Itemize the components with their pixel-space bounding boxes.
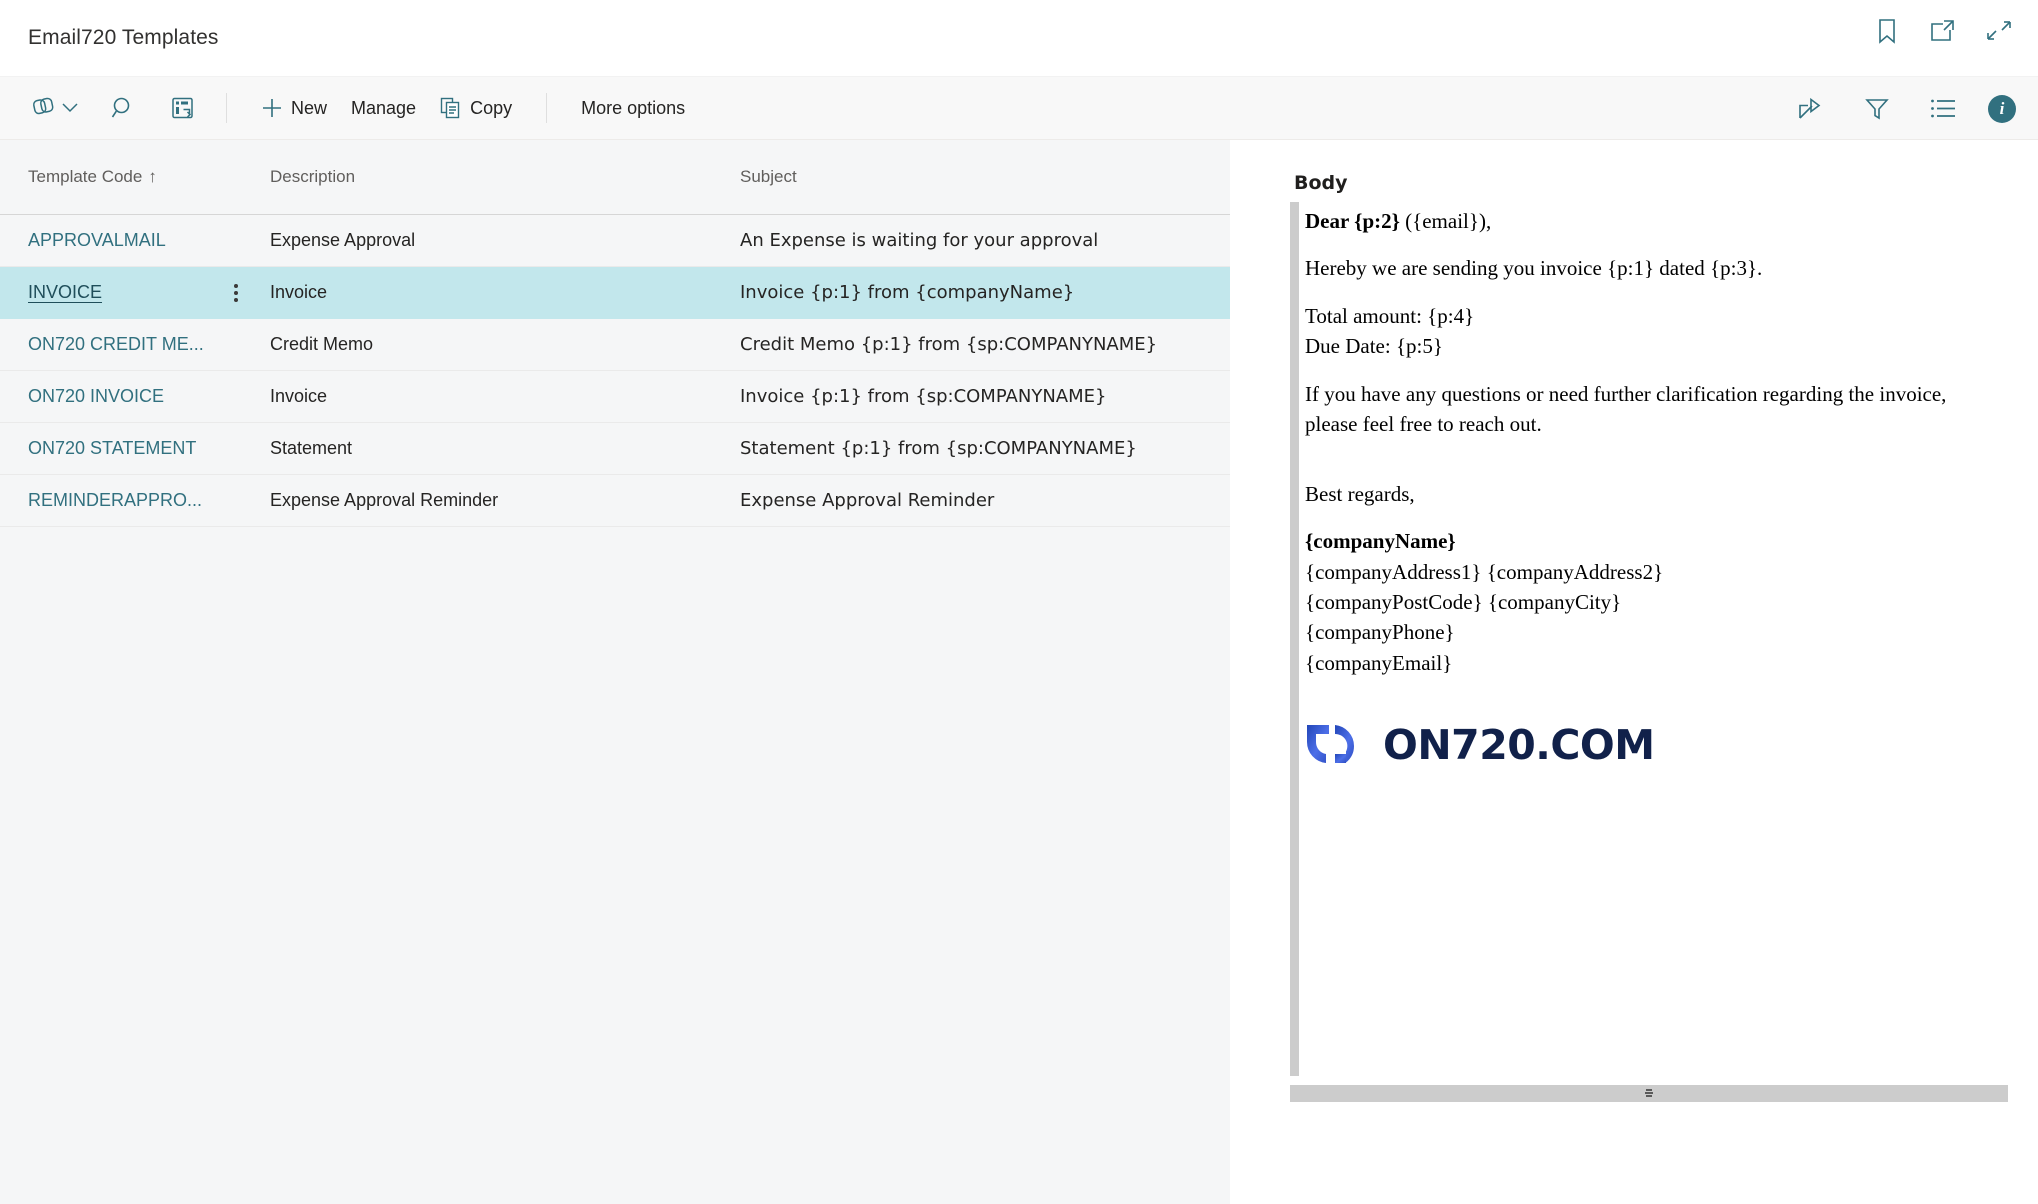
new-button[interactable]: New <box>249 88 339 128</box>
row-menu-icon[interactable] <box>228 280 244 306</box>
vertical-scrollbar[interactable] <box>1290 202 1299 1076</box>
page-title: Email720 Templates <box>28 26 219 49</box>
column-header-subject[interactable]: Subject <box>740 140 1230 215</box>
table-row[interactable]: APPROVALMAIL Expense Approval An Expense… <box>0 214 1230 267</box>
manage-button[interactable]: Manage <box>339 88 428 128</box>
cell-subject[interactable]: Invoice {p:1} from {companyName} <box>740 266 1230 319</box>
bookmark-icon[interactable] <box>1870 14 1904 48</box>
body-company-name-text: {companyName} <box>1305 529 1456 554</box>
copy-button[interactable]: Copy <box>428 88 524 128</box>
main-content: Template Code ↑ Description Subject APPR… <box>0 140 2038 1204</box>
template-code-link[interactable]: REMINDERAPPRO... <box>28 490 202 511</box>
template-code-link[interactable]: ON720 INVOICE <box>28 386 164 407</box>
body-greeting-bold: Dear {p:2} <box>1305 209 1400 233</box>
command-bar-right-actions: i <box>1790 77 2016 141</box>
table-row[interactable]: ON720 INVOICE Invoice Invoice {p:1} from… <box>0 370 1230 423</box>
template-code-link[interactable]: ON720 CREDIT ME... <box>28 334 204 355</box>
sort-ascending-icon: ↑ <box>148 167 157 186</box>
body-company-city: {companyPostCode} {companyCity} <box>1305 589 1622 614</box>
filter-icon[interactable] <box>1856 89 1898 129</box>
body-greeting: Dear {p:2} ({email}), <box>1305 206 2008 236</box>
toolbar-divider <box>226 93 227 123</box>
body-line-total: Total amount: {p:4} <box>1305 303 1475 328</box>
copy-icon <box>440 97 460 119</box>
body-company-name: {companyName} <box>1305 526 2008 556</box>
resize-handle[interactable] <box>1643 1087 1655 1099</box>
cell-template-code[interactable]: APPROVALMAIL <box>0 214 270 267</box>
body-greeting-rest: ({email}), <box>1399 209 1492 233</box>
cell-subject[interactable]: Invoice {p:1} from {sp:COMPANYNAME} <box>740 370 1230 423</box>
more-options-button[interactable]: More options <box>569 88 697 128</box>
body-line-hereby: Hereby we are sending you invoice {p:1} … <box>1305 256 1763 281</box>
refresh-page-icon[interactable] <box>162 88 204 128</box>
column-header-subject-label: Subject <box>740 167 797 186</box>
command-bar: New Manage Copy More options i <box>0 76 2038 140</box>
share-teams-icon[interactable] <box>26 88 84 128</box>
list-view-icon[interactable] <box>1922 89 1964 129</box>
cell-subject[interactable]: An Expense is waiting for your approval <box>740 214 1230 267</box>
search-icon[interactable] <box>102 88 144 128</box>
info-icon[interactable]: i <box>1988 95 2016 123</box>
window-title-bar: Email720 Templates <box>0 0 2038 76</box>
templates-list-pane: Template Code ↑ Description Subject APPR… <box>0 140 1230 1204</box>
body-pane: Body Dear {p:2} ({email}), Hereby we are… <box>1230 140 2038 1204</box>
cell-template-code[interactable]: REMINDERAPPRO... <box>0 474 270 527</box>
body-line-questions: If you have any questions or need furthe… <box>1305 381 1947 437</box>
cell-description[interactable]: Credit Memo <box>270 318 740 371</box>
cell-template-code[interactable]: ON720 CREDIT ME... <box>0 318 270 371</box>
company-logo: ON720.COM <box>1305 716 2008 775</box>
body-field-label: Body <box>1294 172 1348 194</box>
open-in-new-window-icon[interactable] <box>1926 14 1960 48</box>
toolbar-divider-2 <box>546 93 548 123</box>
on720-logo-text: ON720.COM <box>1383 721 1655 770</box>
table-row[interactable]: ON720 STATEMENT Statement Statement {p:1… <box>0 422 1230 475</box>
templates-table-body: APPROVALMAIL Expense Approval An Expense… <box>0 214 1230 527</box>
table-row[interactable]: ON720 CREDIT ME... Credit Memo Credit Me… <box>0 318 1230 371</box>
new-button-label: New <box>291 97 328 118</box>
manage-button-label: Manage <box>351 97 417 118</box>
body-company-address: {companyAddress1} {companyAddress2} <box>1305 559 1664 584</box>
window-actions <box>1870 14 2016 48</box>
on720-logo-icon <box>1306 724 1355 763</box>
body-line-regards: Best regards, <box>1305 481 1415 506</box>
column-header-template-code[interactable]: Template Code ↑ <box>0 140 270 215</box>
chevron-down-icon <box>62 103 78 113</box>
body-company-email: {companyEmail} <box>1305 650 1453 675</box>
cell-subject[interactable]: Statement {p:1} from {sp:COMPANYNAME} <box>740 422 1230 475</box>
templates-table: Template Code ↑ Description Subject APPR… <box>0 140 1230 527</box>
table-row[interactable]: REMINDERAPPRO... Expense Approval Remind… <box>0 474 1230 527</box>
more-options-label: More options <box>581 97 686 118</box>
cell-description[interactable]: Invoice <box>270 370 740 423</box>
table-header-row: Template Code ↑ Description Subject <box>0 140 1230 215</box>
cell-description[interactable]: Invoice <box>270 266 740 319</box>
collapse-icon[interactable] <box>1982 14 2016 48</box>
cell-template-code[interactable]: ON720 INVOICE <box>0 370 270 423</box>
cell-description[interactable]: Expense Approval <box>270 214 740 267</box>
share-icon[interactable] <box>1790 89 1832 129</box>
horizontal-scrollbar[interactable] <box>1290 1085 2008 1102</box>
body-editor-content[interactable]: Dear {p:2} ({email}), Hereby we are send… <box>1299 202 2008 1085</box>
column-header-description-label: Description <box>270 167 356 186</box>
cell-template-code[interactable]: ON720 STATEMENT <box>0 422 270 475</box>
cell-description[interactable]: Expense Approval Reminder <box>270 474 740 527</box>
cell-subject[interactable]: Expense Approval Reminder <box>740 474 1230 527</box>
body-editor[interactable]: Dear {p:2} ({email}), Hereby we are send… <box>1290 202 2008 1102</box>
column-header-description[interactable]: Description <box>270 140 740 215</box>
body-line-due: Due Date: {p:5} <box>1305 334 1443 359</box>
template-code-link[interactable]: ON720 STATEMENT <box>28 438 196 459</box>
cell-subject[interactable]: Credit Memo {p:1} from {sp:COMPANYNAME} <box>740 318 1230 371</box>
body-company-phone: {companyPhone} <box>1305 620 1455 645</box>
table-row[interactable]: INVOICE Invoice Invoice {p:1} from {comp… <box>0 266 1230 319</box>
copy-button-label: Copy <box>470 97 513 118</box>
template-code-link[interactable]: INVOICE <box>28 282 102 303</box>
plus-icon <box>263 99 281 117</box>
column-header-template-code-label: Template Code <box>28 167 143 186</box>
cell-template-code[interactable]: INVOICE <box>0 266 270 319</box>
cell-description[interactable]: Statement <box>270 422 740 475</box>
template-code-link[interactable]: APPROVALMAIL <box>28 230 166 251</box>
